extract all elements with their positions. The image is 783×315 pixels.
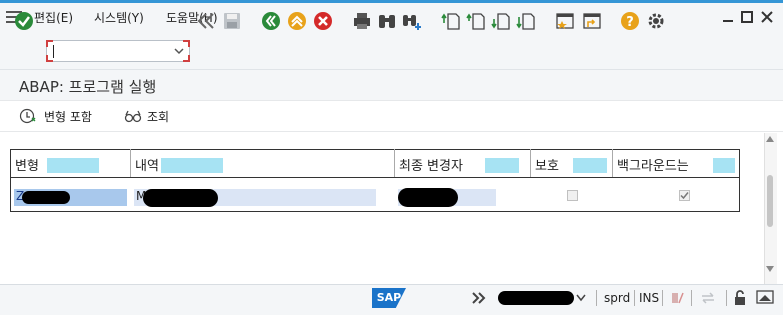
help-icon[interactable]: ? [620,11,640,31]
svg-text:?: ? [626,15,634,30]
column-header-background[interactable]: 백그라운드는 [613,149,739,177]
lock-icon[interactable] [734,290,748,305]
redaction-block [22,191,70,204]
scroll-down-icon[interactable] [766,266,774,272]
include-variants-button[interactable]: 변형 포함 [44,108,92,125]
system-info-icon[interactable] [756,290,774,305]
enter-icon[interactable] [14,11,34,31]
column-header-label: 내역 [135,159,159,174]
focus-corner [183,40,190,47]
new-session-icon[interactable] [555,11,575,31]
text-caret [53,45,54,58]
focus-corner [183,55,190,62]
background-checkbox[interactable] [679,190,690,201]
include-variants-icon[interactable] [19,108,37,124]
header-divider [10,177,740,178]
minimize-icon[interactable] [722,11,734,23]
find-icon[interactable] [377,11,397,31]
transfer-icon [702,292,714,304]
prev-page-icon[interactable] [466,11,486,31]
last-page-icon[interactable] [516,11,536,31]
collapse-icon[interactable] [196,11,216,31]
client-name: sprd [604,291,631,305]
application-toolbar [0,100,783,132]
page-title: ABAP: 프로그램 실행 [19,78,157,96]
insert-mode[interactable]: INS [639,291,659,305]
next-page-icon[interactable] [491,11,511,31]
column-header-label: 변형 [15,159,39,174]
column-header-protected[interactable]: 보호 [531,149,613,177]
shortcut-icon[interactable] [582,11,602,31]
chevron-down-icon[interactable] [576,294,586,302]
status-separator [726,290,727,306]
cancel-icon[interactable] [313,11,333,31]
display-button[interactable]: 조회 [147,108,169,125]
scrollbar-thumb[interactable] [767,175,773,227]
column-header-description[interactable]: 내역 [131,149,395,177]
scroll-up-icon[interactable] [766,136,774,142]
checkmark-icon [680,192,689,200]
print-icon[interactable] [352,11,372,31]
menu-system[interactable]: 시스템(Y) [94,9,144,26]
column-header-variant[interactable]: 변형 [11,149,131,177]
back-icon[interactable] [261,11,281,31]
status-separator [662,290,663,306]
redaction-block [143,189,218,207]
connection-icon [672,292,684,304]
settings-icon[interactable] [646,11,666,31]
redaction-block [398,188,458,207]
maximize-icon[interactable] [741,11,753,23]
focus-corner [46,55,53,62]
chevron-down-icon[interactable] [174,46,184,56]
save-icon[interactable] [222,11,242,31]
header-highlight [713,158,735,173]
menu-edit[interactable]: 편집(E) [34,9,73,26]
column-header-label: 보호 [535,159,559,174]
first-page-icon[interactable] [441,11,461,31]
status-separator [596,290,597,306]
display-glasses-icon[interactable] [124,108,142,124]
header-highlight [573,158,607,173]
status-separator [634,290,635,306]
expand-status-icon[interactable] [472,292,486,304]
protected-checkbox[interactable] [567,190,578,201]
header-highlight [47,158,99,173]
header-highlight [161,158,223,173]
command-field[interactable] [46,40,190,62]
close-icon[interactable] [761,11,773,23]
focus-corner [46,40,53,47]
status-separator [691,290,692,306]
column-header-label: 백그라운드는 [617,159,689,174]
redaction-block [498,291,574,305]
header-highlight [485,158,519,173]
find-next-icon[interactable] [402,11,422,31]
exit-icon[interactable] [287,11,307,31]
column-header-label: 최종 변경자 [399,159,463,174]
column-header-last-changed-by[interactable]: 최종 변경자 [395,149,531,177]
